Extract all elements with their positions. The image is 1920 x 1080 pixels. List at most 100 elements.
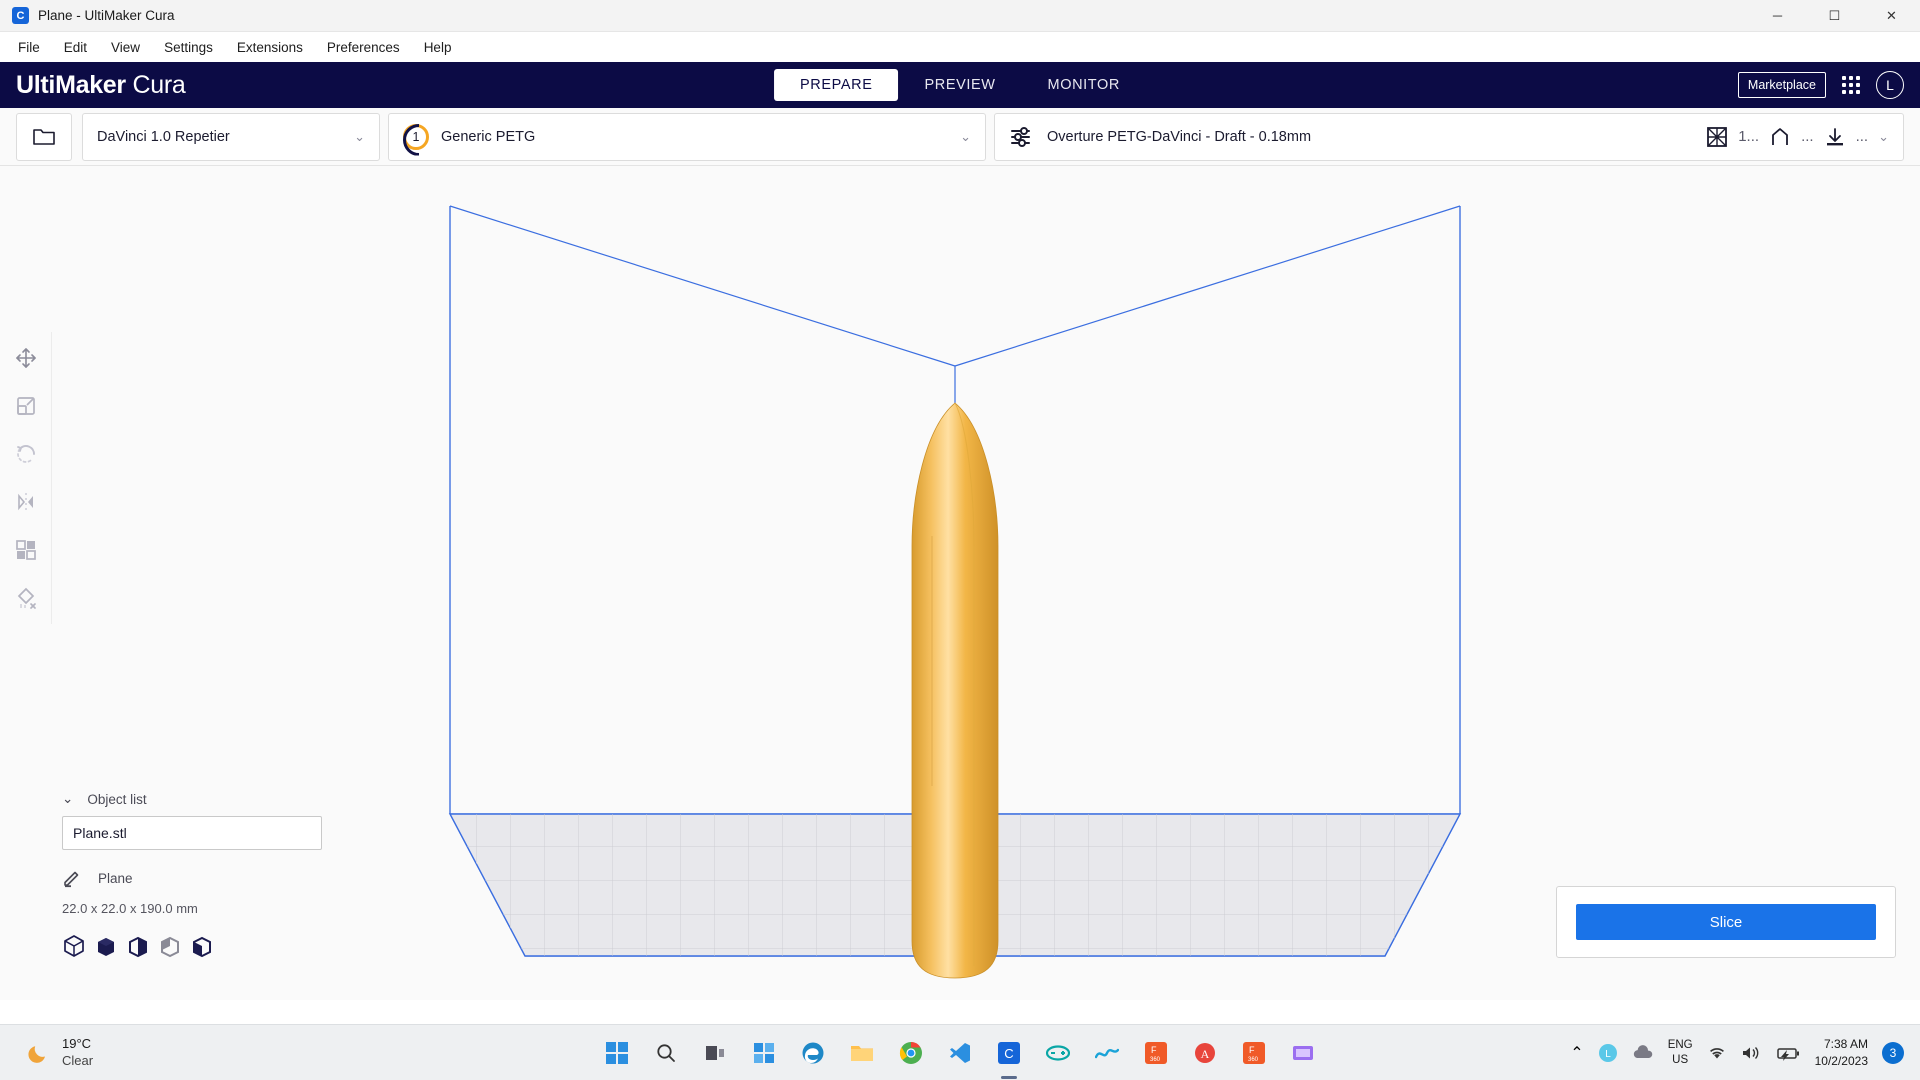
language-line2: US — [1668, 1053, 1693, 1067]
notification-badge[interactable]: 3 — [1882, 1042, 1904, 1064]
search-button[interactable] — [646, 1033, 686, 1073]
printer-selector[interactable]: DaVinci 1.0 Repetier ⌄ — [82, 113, 380, 161]
language-indicator[interactable]: ENG US — [1668, 1038, 1693, 1067]
support-icon[interactable] — [1769, 126, 1791, 148]
avatar[interactable]: L — [1876, 71, 1904, 99]
xray-view-icon[interactable] — [94, 934, 118, 958]
adhesion-dots: ... — [1856, 128, 1869, 145]
menu-item-settings[interactable]: Settings — [152, 35, 225, 60]
cura-logo: UltiMaker Cura — [16, 71, 186, 100]
arduino-button[interactable] — [1038, 1033, 1078, 1073]
tab-preview[interactable]: PREVIEW — [898, 69, 1021, 101]
window-title: Plane - UltiMaker Cura — [38, 8, 175, 23]
model-tools-toolbar — [0, 332, 52, 624]
object-file-name: Plane.stl — [73, 825, 127, 841]
compare-view-icon[interactable] — [158, 934, 182, 958]
chevron-down-icon: ⌄ — [960, 129, 971, 145]
svg-text:F: F — [1249, 1045, 1255, 1055]
scale-tool[interactable] — [6, 386, 46, 426]
menu-item-file[interactable]: File — [6, 35, 52, 60]
printer-name: DaVinci 1.0 Repetier — [97, 129, 230, 145]
clock-date: 10/2/2023 — [1815, 1053, 1868, 1070]
menu-item-extensions[interactable]: Extensions — [225, 35, 315, 60]
infill-value: 1... — [1738, 128, 1759, 145]
menu-item-view[interactable]: View — [99, 35, 152, 60]
solid-view-icon[interactable] — [62, 934, 86, 958]
edge-button[interactable] — [793, 1033, 833, 1073]
clock[interactable]: 7:38 AM 10/2/2023 — [1815, 1036, 1868, 1070]
chrome-icon — [899, 1041, 923, 1065]
3d-viewport[interactable]: ⌄ Object list Plane.stl Plane 22.0 x 22.… — [0, 166, 1920, 1000]
battery-icon[interactable] — [1777, 1045, 1801, 1061]
object-list-item[interactable]: Plane.stl — [62, 816, 322, 850]
search-icon — [655, 1042, 677, 1064]
rotate-icon — [14, 442, 38, 466]
fusion360-icon: F 360 — [1145, 1042, 1167, 1064]
layer-view-icon[interactable] — [126, 934, 150, 958]
window-controls: ─ ☐ ✕ — [1749, 0, 1920, 32]
svg-text:360: 360 — [1150, 1057, 1161, 1063]
svg-text:360: 360 — [1248, 1057, 1259, 1063]
object-list-header[interactable]: ⌄ Object list — [62, 791, 322, 807]
file-explorer-button[interactable] — [842, 1033, 882, 1073]
marketplace-button[interactable]: Marketplace — [1738, 72, 1826, 98]
apps-grid-icon[interactable] — [1842, 76, 1860, 94]
rotate-tool[interactable] — [6, 434, 46, 474]
print-settings-selector[interactable]: Overture PETG-DaVinci - Draft - 0.18mm 1… — [994, 113, 1904, 161]
menu-item-edit[interactable]: Edit — [52, 35, 99, 60]
close-button[interactable]: ✕ — [1863, 0, 1920, 32]
cloud-icon[interactable] — [1632, 1045, 1654, 1061]
widgets-button[interactable] — [744, 1033, 784, 1073]
start-button[interactable] — [597, 1033, 637, 1073]
pencil-icon[interactable] — [62, 868, 82, 888]
menu-item-help[interactable]: Help — [412, 35, 464, 60]
tab-monitor[interactable]: MONITOR — [1022, 69, 1146, 101]
acrobat-button[interactable]: A — [1185, 1033, 1225, 1073]
support-blocker-tool[interactable] — [6, 578, 46, 618]
adhesion-icon[interactable] — [1824, 126, 1846, 148]
infill-icon[interactable] — [1706, 126, 1728, 148]
taskbar-apps: C F 360 A — [597, 1033, 1323, 1073]
minimize-button[interactable]: ─ — [1749, 0, 1806, 32]
volume-icon[interactable] — [1741, 1045, 1763, 1061]
open-file-button[interactable] — [16, 113, 72, 161]
support-blocker-icon — [14, 586, 38, 610]
configuration-bar: DaVinci 1.0 Repetier ⌄ 1 Generic PETG ⌄ … — [0, 108, 1920, 166]
cura-icon: C — [998, 1042, 1020, 1064]
extruder-1-badge: 1 — [403, 124, 429, 150]
tab-prepare[interactable]: PREPARE — [774, 69, 898, 101]
wifi-icon[interactable] — [1707, 1045, 1727, 1061]
menu-item-preferences[interactable]: Preferences — [315, 35, 412, 60]
fusion360-button[interactable]: F 360 — [1136, 1033, 1176, 1073]
maximize-button[interactable]: ☐ — [1806, 0, 1863, 32]
per-model-settings-icon — [14, 538, 38, 562]
sliders-icon — [1009, 126, 1035, 148]
vscode-button[interactable] — [940, 1033, 980, 1073]
move-tool[interactable] — [6, 338, 46, 378]
window-titlebar: C Plane - UltiMaker Cura ─ ☐ ✕ — [0, 0, 1920, 32]
language-line1: ENG — [1668, 1038, 1693, 1052]
cura-header: UltiMaker Cura PREPARE PREVIEW MONITOR M… — [0, 62, 1920, 108]
photos-button[interactable] — [1283, 1033, 1323, 1073]
weather-widget[interactable]: 19°C Clear — [26, 1036, 93, 1069]
task-view-button[interactable] — [695, 1033, 735, 1073]
cura-icon: C — [12, 7, 29, 24]
svg-text:F: F — [1151, 1045, 1157, 1055]
chevron-up-icon[interactable]: ⌃ — [1570, 1043, 1583, 1063]
simulation-view-icon[interactable] — [190, 934, 214, 958]
fusion360-alt-button[interactable]: F 360 — [1234, 1033, 1274, 1073]
fusion-button[interactable] — [1087, 1033, 1127, 1073]
material-selector[interactable]: 1 Generic PETG ⌄ — [388, 113, 986, 161]
weather-condition: Clear — [62, 1053, 93, 1069]
cura-button[interactable]: C — [989, 1033, 1029, 1073]
system-tray: ⌃ L ENG US — [1570, 1036, 1904, 1070]
chevron-down-icon: ⌄ — [354, 129, 365, 145]
profile-quick-settings: 1... ... ... ⌄ — [1706, 126, 1889, 148]
per-model-settings-tool[interactable] — [6, 530, 46, 570]
mirror-tool[interactable] — [6, 482, 46, 522]
onedrive-icon[interactable]: L — [1598, 1043, 1618, 1063]
chrome-button[interactable] — [891, 1033, 931, 1073]
windows-taskbar: 19°C Clear — [0, 1024, 1920, 1080]
task-view-icon — [704, 1042, 726, 1064]
slice-button[interactable]: Slice — [1576, 904, 1876, 940]
